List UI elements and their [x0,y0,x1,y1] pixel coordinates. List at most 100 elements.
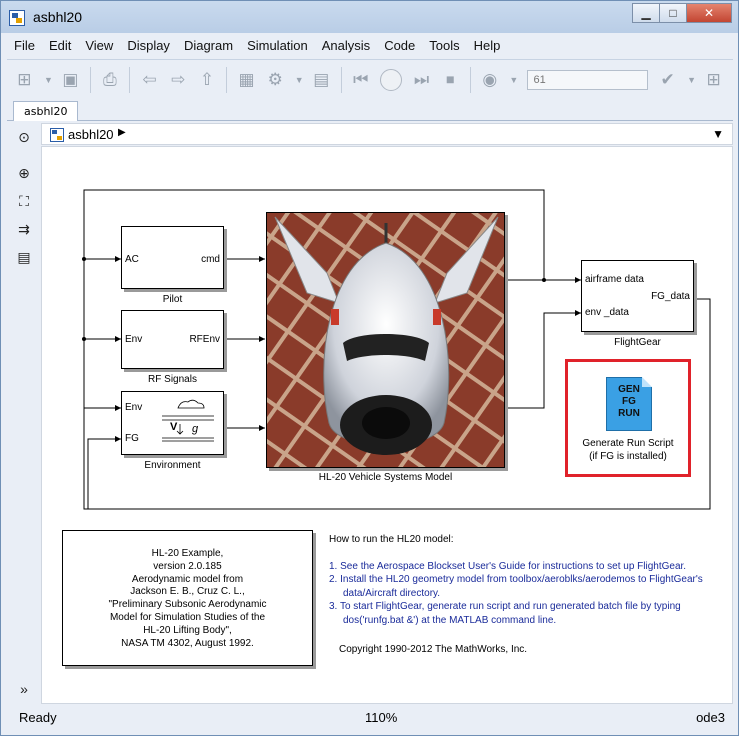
status-bar: Ready 110% ode3 [7,706,733,730]
chevron-down-icon[interactable]: ▼ [687,68,696,92]
pilot-input-port: AC [125,254,139,265]
title-bar: asbhl20 ▁ □ ✕ [1,1,738,33]
flightgear-airframe-port: airframe data [585,274,644,285]
gear-icon[interactable]: ⚙ [266,68,285,92]
rf-signals-block[interactable]: Env RFEnv [121,310,224,369]
rf-output-port: RFEnv [189,334,220,345]
run-script-note: (if FG is installed) [589,451,667,462]
print-icon[interactable]: ⎙ [101,68,120,92]
copyright-text: Copyright 1990-2012 The MathWorks, Inc. [339,644,528,655]
run-icon[interactable] [380,68,403,92]
annotation-icon[interactable]: ▤ [15,249,33,265]
flightgear-caption: FlightGear [614,337,661,348]
reference-line: HL-20 Example, [151,548,224,559]
menu-display[interactable]: Display [120,35,177,57]
instruction-step-3[interactable]: 3. To start FlightGear, generate run scr… [329,600,729,627]
diagram-canvas[interactable]: AC cmd Pilot Env RFEnv RF Signals Env FG… [41,146,733,704]
back-arrow-icon[interactable]: ⇦ [140,68,159,92]
chevron-down-icon[interactable]: ▼ [295,68,304,92]
menu-code[interactable]: Code [377,35,422,57]
reference-line: "Preliminary Subsonic Aerodynamic [108,599,267,611]
tab-strip: asbhl20 [7,99,733,121]
zoom-icon[interactable]: ⊕ [15,165,33,181]
stop-icon[interactable]: ⏹ [441,68,460,92]
tool-palette: ⊙ ⊕ ⛶ ⇉ ▤ » [7,123,39,703]
address-bar: asbhl20 ▶ ▼ [41,123,733,145]
fit-to-view-icon[interactable]: ⛶ [15,193,33,209]
reference-line: HL-20 Lifting Body", [143,624,232,636]
document-icon: GEN FG RUN [606,377,652,431]
flightgear-env-port: env _data [585,307,629,318]
zoom-level: 110% [365,710,398,725]
model-explorer-icon[interactable]: ▤ [312,68,331,92]
arrow-right-icon[interactable]: ⇉ [15,221,33,237]
minimize-button[interactable]: ▁ [632,3,660,23]
window-title: asbhl20 [33,9,83,25]
breadcrumb-arrow-icon[interactable]: ▶ [118,127,126,138]
chevron-down-icon[interactable]: ▼ [712,127,724,141]
fg-label: FG [622,396,636,407]
solver-name[interactable]: ode3 [696,710,725,725]
vehicle-caption: HL-20 Vehicle Systems Model [318,472,453,483]
run-script-caption: Generate Run Script [582,438,674,449]
pilot-output-port: cmd [201,254,220,265]
hl20-vehicle-image[interactable] [266,212,505,468]
reference-line: Model for Simulation Studies of the [109,611,266,623]
instruction-step-1[interactable]: 1. See the Aerospace Blockset User's Gui… [329,560,729,574]
menu-analysis[interactable]: Analysis [315,35,377,57]
flightgear-block[interactable]: airframe data env _data FG_data [581,260,694,332]
reference-line: NASA TM 4302, August 1992. [121,637,254,649]
step-back-icon[interactable]: ⏮ [351,68,370,92]
menu-view[interactable]: View [78,35,120,57]
record-icon[interactable]: ◉ [480,68,499,92]
pilot-caption: Pilot [162,294,183,305]
reference-annotation[interactable]: HL-20 Example, version 2.0.185 Aerodynam… [62,530,313,666]
stop-time-input[interactable]: 61 [526,69,649,90]
environment-block[interactable]: Env FG V g [121,391,224,455]
rf-input-port: Env [125,334,143,345]
instruction-step-2[interactable]: 2. Install the HL20 geometry model from … [329,573,729,600]
forward-arrow-icon[interactable]: ⇨ [169,68,188,92]
pilot-block[interactable]: AC cmd [121,226,224,289]
new-model-icon[interactable]: ⊞ [15,68,34,92]
status-text: Ready [19,710,57,725]
build-icon[interactable]: ⊞ [704,68,723,92]
hide-explorer-icon[interactable]: ⊙ [15,129,33,145]
library-browser-icon[interactable]: ▦ [237,68,256,92]
environment-icon: V g [162,399,214,442]
model-icon [50,128,64,142]
menu-help[interactable]: Help [467,35,508,57]
simulink-window: asbhl20 ▁ □ ✕ File Edit View Display Dia… [0,0,739,736]
check-icon[interactable]: ✔ [658,68,677,92]
environment-caption: Environment [144,460,201,471]
toolbar: ⊞ ▼ ▣ ⎙ ⇦ ⇨ ⇧ ▦ ⚙ ▼ ▤ ⏮ ⏭ ⏹ ◉ ▼ 61 ✔ ▼ ⊞ [7,59,733,99]
reference-line: Aerodynamic model from [131,573,244,585]
menu-simulation[interactable]: Simulation [240,35,315,57]
maximize-button[interactable]: □ [659,3,687,23]
environment-env-port: Env [125,402,143,413]
close-button[interactable]: ✕ [686,3,732,23]
menu-edit[interactable]: Edit [42,35,78,57]
step-forward-icon[interactable]: ⏭ [412,68,431,92]
expand-icon[interactable]: » [15,681,33,697]
save-icon[interactable]: ▣ [61,68,80,92]
tab-asbhl20[interactable]: asbhl20 [13,101,79,121]
menu-diagram[interactable]: Diagram [177,35,240,57]
menu-file[interactable]: File [7,35,42,57]
simulink-model-icon [9,10,25,26]
chevron-down-icon[interactable]: ▼ [44,68,53,92]
environment-fg-port: FG [125,433,139,444]
menu-bar: File Edit View Display Diagram Simulatio… [7,35,733,57]
svg-text:g: g [192,423,199,435]
breadcrumb-model[interactable]: asbhl20 [68,127,114,142]
flightgear-output-port: FG_data [651,291,690,302]
reference-line: version 2.0.185 [153,560,222,572]
reference-line: Jackson E. B., Cruz C. L., [130,586,245,598]
up-arrow-icon[interactable]: ⇧ [198,68,217,92]
menu-tools[interactable]: Tools [422,35,466,57]
generate-run-script-block[interactable]: GEN FG RUN Generate Run Script (if FG is… [565,359,691,477]
instructions-heading: How to run the HL20 model: [329,534,454,545]
chevron-down-icon[interactable]: ▼ [509,68,518,92]
rf-signals-caption: RF Signals [148,374,197,385]
run-label: RUN [618,408,640,419]
